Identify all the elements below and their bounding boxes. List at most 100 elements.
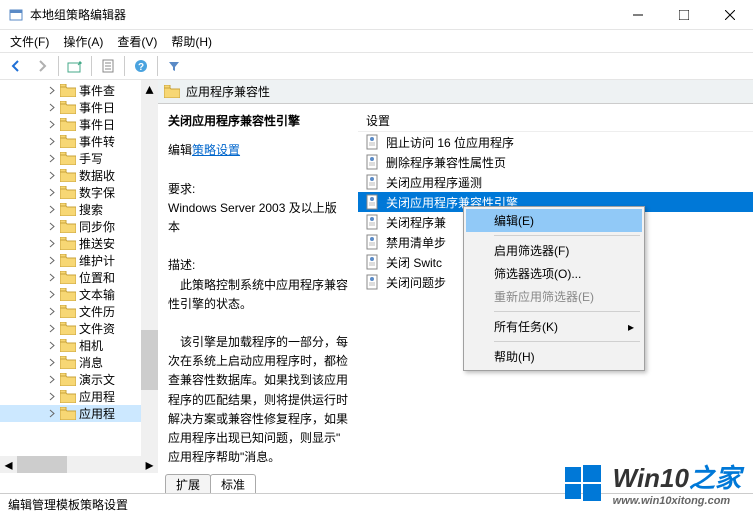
list-item-label: 关闭程序兼 (386, 214, 446, 231)
list-item-label: 关闭应用程序遥测 (386, 174, 482, 191)
tree-item-label: 手写 (79, 150, 103, 167)
tree-scrollbar-h[interactable]: ◂ ▸ (0, 456, 158, 473)
tree-item-label: 搜索 (79, 201, 103, 218)
tree-item-label: 位置和 (79, 269, 115, 286)
tree-item-label: 维护计 (79, 252, 115, 269)
tree-item-label: 事件转 (79, 133, 115, 150)
forward-button[interactable] (30, 54, 54, 78)
list-item-label: 删除程序兼容性属性页 (386, 154, 506, 171)
scroll-hthumb[interactable] (17, 456, 67, 473)
tree-item-label: 数据收 (79, 167, 115, 184)
tree-item-label: 文件历 (79, 303, 115, 320)
close-button[interactable] (707, 0, 753, 30)
submenu-arrow-icon: ▸ (628, 320, 634, 334)
maximize-button[interactable] (661, 0, 707, 30)
tree-item-label: 推送安 (79, 235, 115, 252)
tree-item-label: 文件资 (79, 320, 115, 337)
list-item-label: 关闭 Switc (386, 254, 442, 271)
tree-item[interactable]: 维护计 (0, 252, 157, 269)
tree-item[interactable]: 数字保 (0, 184, 157, 201)
edit-policy-link[interactable]: 策略设置 (192, 143, 240, 157)
tree-item-label: 同步你 (79, 218, 115, 235)
tab-standard[interactable]: 标准 (210, 474, 256, 493)
settings-column-header[interactable]: 设置 (358, 110, 753, 132)
tree-item-label: 事件日 (79, 99, 115, 116)
menu-view[interactable]: 查看(V) (111, 31, 163, 52)
tree-item-label: 演示文 (79, 371, 115, 388)
menubar: 文件(F) 操作(A) 查看(V) 帮助(H) (0, 30, 753, 52)
tree-item[interactable]: 数据收 (0, 167, 157, 184)
tree-item[interactable]: 演示文 (0, 371, 157, 388)
titlebar: 本地组策略编辑器 (0, 0, 753, 30)
tree-item[interactable]: 应用程 (0, 405, 157, 422)
tree-item[interactable]: 事件日 (0, 99, 157, 116)
list-item[interactable]: 删除程序兼容性属性页 (358, 152, 753, 172)
tree-item[interactable]: 消息 (0, 354, 157, 371)
tree-item[interactable]: 位置和 (0, 269, 157, 286)
ctx-filter-options[interactable]: 筛选器选项(O)... (466, 262, 642, 285)
detail-edit-row: 编辑策略设置 (168, 141, 348, 160)
back-button[interactable] (4, 54, 28, 78)
tree-item[interactable]: 文件历 (0, 303, 157, 320)
window-title: 本地组策略编辑器 (30, 6, 615, 23)
tree-item[interactable]: 文本输 (0, 286, 157, 303)
list-item-label: 阻止访问 16 位应用程序 (386, 134, 514, 151)
menu-help[interactable]: 帮助(H) (165, 31, 218, 52)
help-button[interactable]: ? (129, 54, 153, 78)
tree-scrollbar[interactable]: ▴ ▾ (141, 80, 158, 473)
status-text: 编辑管理模板策略设置 (8, 496, 128, 513)
tree-item[interactable]: 应用程 (0, 388, 157, 405)
menu-file[interactable]: 文件(F) (4, 31, 55, 52)
tree-item-label: 消息 (79, 354, 103, 371)
tree-item[interactable]: 手写 (0, 150, 157, 167)
tree-item-label: 事件查 (79, 82, 115, 99)
tree-item-label: 应用程 (79, 388, 115, 405)
svg-text:?: ? (138, 62, 144, 73)
scroll-right-icon[interactable]: ▸ (141, 456, 158, 473)
tree-item-label: 相机 (79, 337, 103, 354)
tree-item-label: 事件日 (79, 116, 115, 133)
tree-pane: 事件查事件日事件日事件转手写数据收数字保搜索同步你推送安维护计位置和文本输文件历… (0, 80, 158, 473)
ctx-help[interactable]: 帮助(H) (466, 345, 642, 368)
list-item[interactable]: 关闭应用程序遥测 (358, 172, 753, 192)
desc-text-2: 该引擎是加载程序的一部分，每次在系统上启动应用程序时，都检查兼容性数据库。如果找… (168, 333, 348, 467)
scroll-up-icon[interactable]: ▴ (141, 80, 158, 97)
minimize-button[interactable] (615, 0, 661, 30)
tree-item-label: 文本输 (79, 286, 115, 303)
desc-label: 描述: (168, 256, 348, 275)
tree-item[interactable]: 相机 (0, 337, 157, 354)
content-pane: 应用程序兼容性 关闭应用程序兼容性引擎 编辑策略设置 要求: Windows S… (158, 80, 753, 473)
up-button[interactable] (63, 54, 87, 78)
context-menu: 编辑(E) 启用筛选器(F) 筛选器选项(O)... 重新应用筛选器(E) 所有… (463, 206, 645, 371)
tree-item[interactable]: 推送安 (0, 235, 157, 252)
scroll-left-icon[interactable]: ◂ (0, 456, 17, 473)
list-item-label: 禁用清单步 (386, 234, 446, 251)
ctx-enable-filter[interactable]: 启用筛选器(F) (466, 239, 642, 262)
properties-button[interactable] (96, 54, 120, 78)
tree-item[interactable]: 事件查 (0, 82, 157, 99)
menu-action[interactable]: 操作(A) (57, 31, 109, 52)
ctx-edit[interactable]: 编辑(E) (466, 209, 642, 232)
tree-item[interactable]: 搜索 (0, 201, 157, 218)
list-item[interactable]: 阻止访问 16 位应用程序 (358, 132, 753, 152)
tree-item[interactable]: 事件日 (0, 116, 157, 133)
tree-item-label: 应用程 (79, 405, 115, 422)
desc-text-1: 此策略控制系统中应用程序兼容性引擎的状态。 (168, 276, 348, 314)
list-item-label: 关闭问题步 (386, 274, 446, 291)
content-tabs: 扩展 标准 (0, 473, 753, 493)
detail-heading: 关闭应用程序兼容性引擎 (168, 112, 348, 131)
tab-extended[interactable]: 扩展 (165, 474, 211, 493)
ctx-reapply-filter: 重新应用筛选器(E) (466, 285, 642, 308)
app-icon (8, 7, 24, 23)
ctx-all-tasks[interactable]: 所有任务(K)▸ (466, 315, 642, 338)
content-header: 应用程序兼容性 (158, 80, 753, 104)
tree-item[interactable]: 事件转 (0, 133, 157, 150)
tree-item[interactable]: 文件资 (0, 320, 157, 337)
filter-button[interactable] (162, 54, 186, 78)
req-label: 要求: (168, 180, 348, 199)
tree-item[interactable]: 同步你 (0, 218, 157, 235)
tree-item-label: 数字保 (79, 184, 115, 201)
scroll-thumb[interactable] (141, 330, 158, 390)
req-text: Windows Server 2003 及以上版本 (168, 199, 348, 237)
toolbar: ? (0, 52, 753, 80)
